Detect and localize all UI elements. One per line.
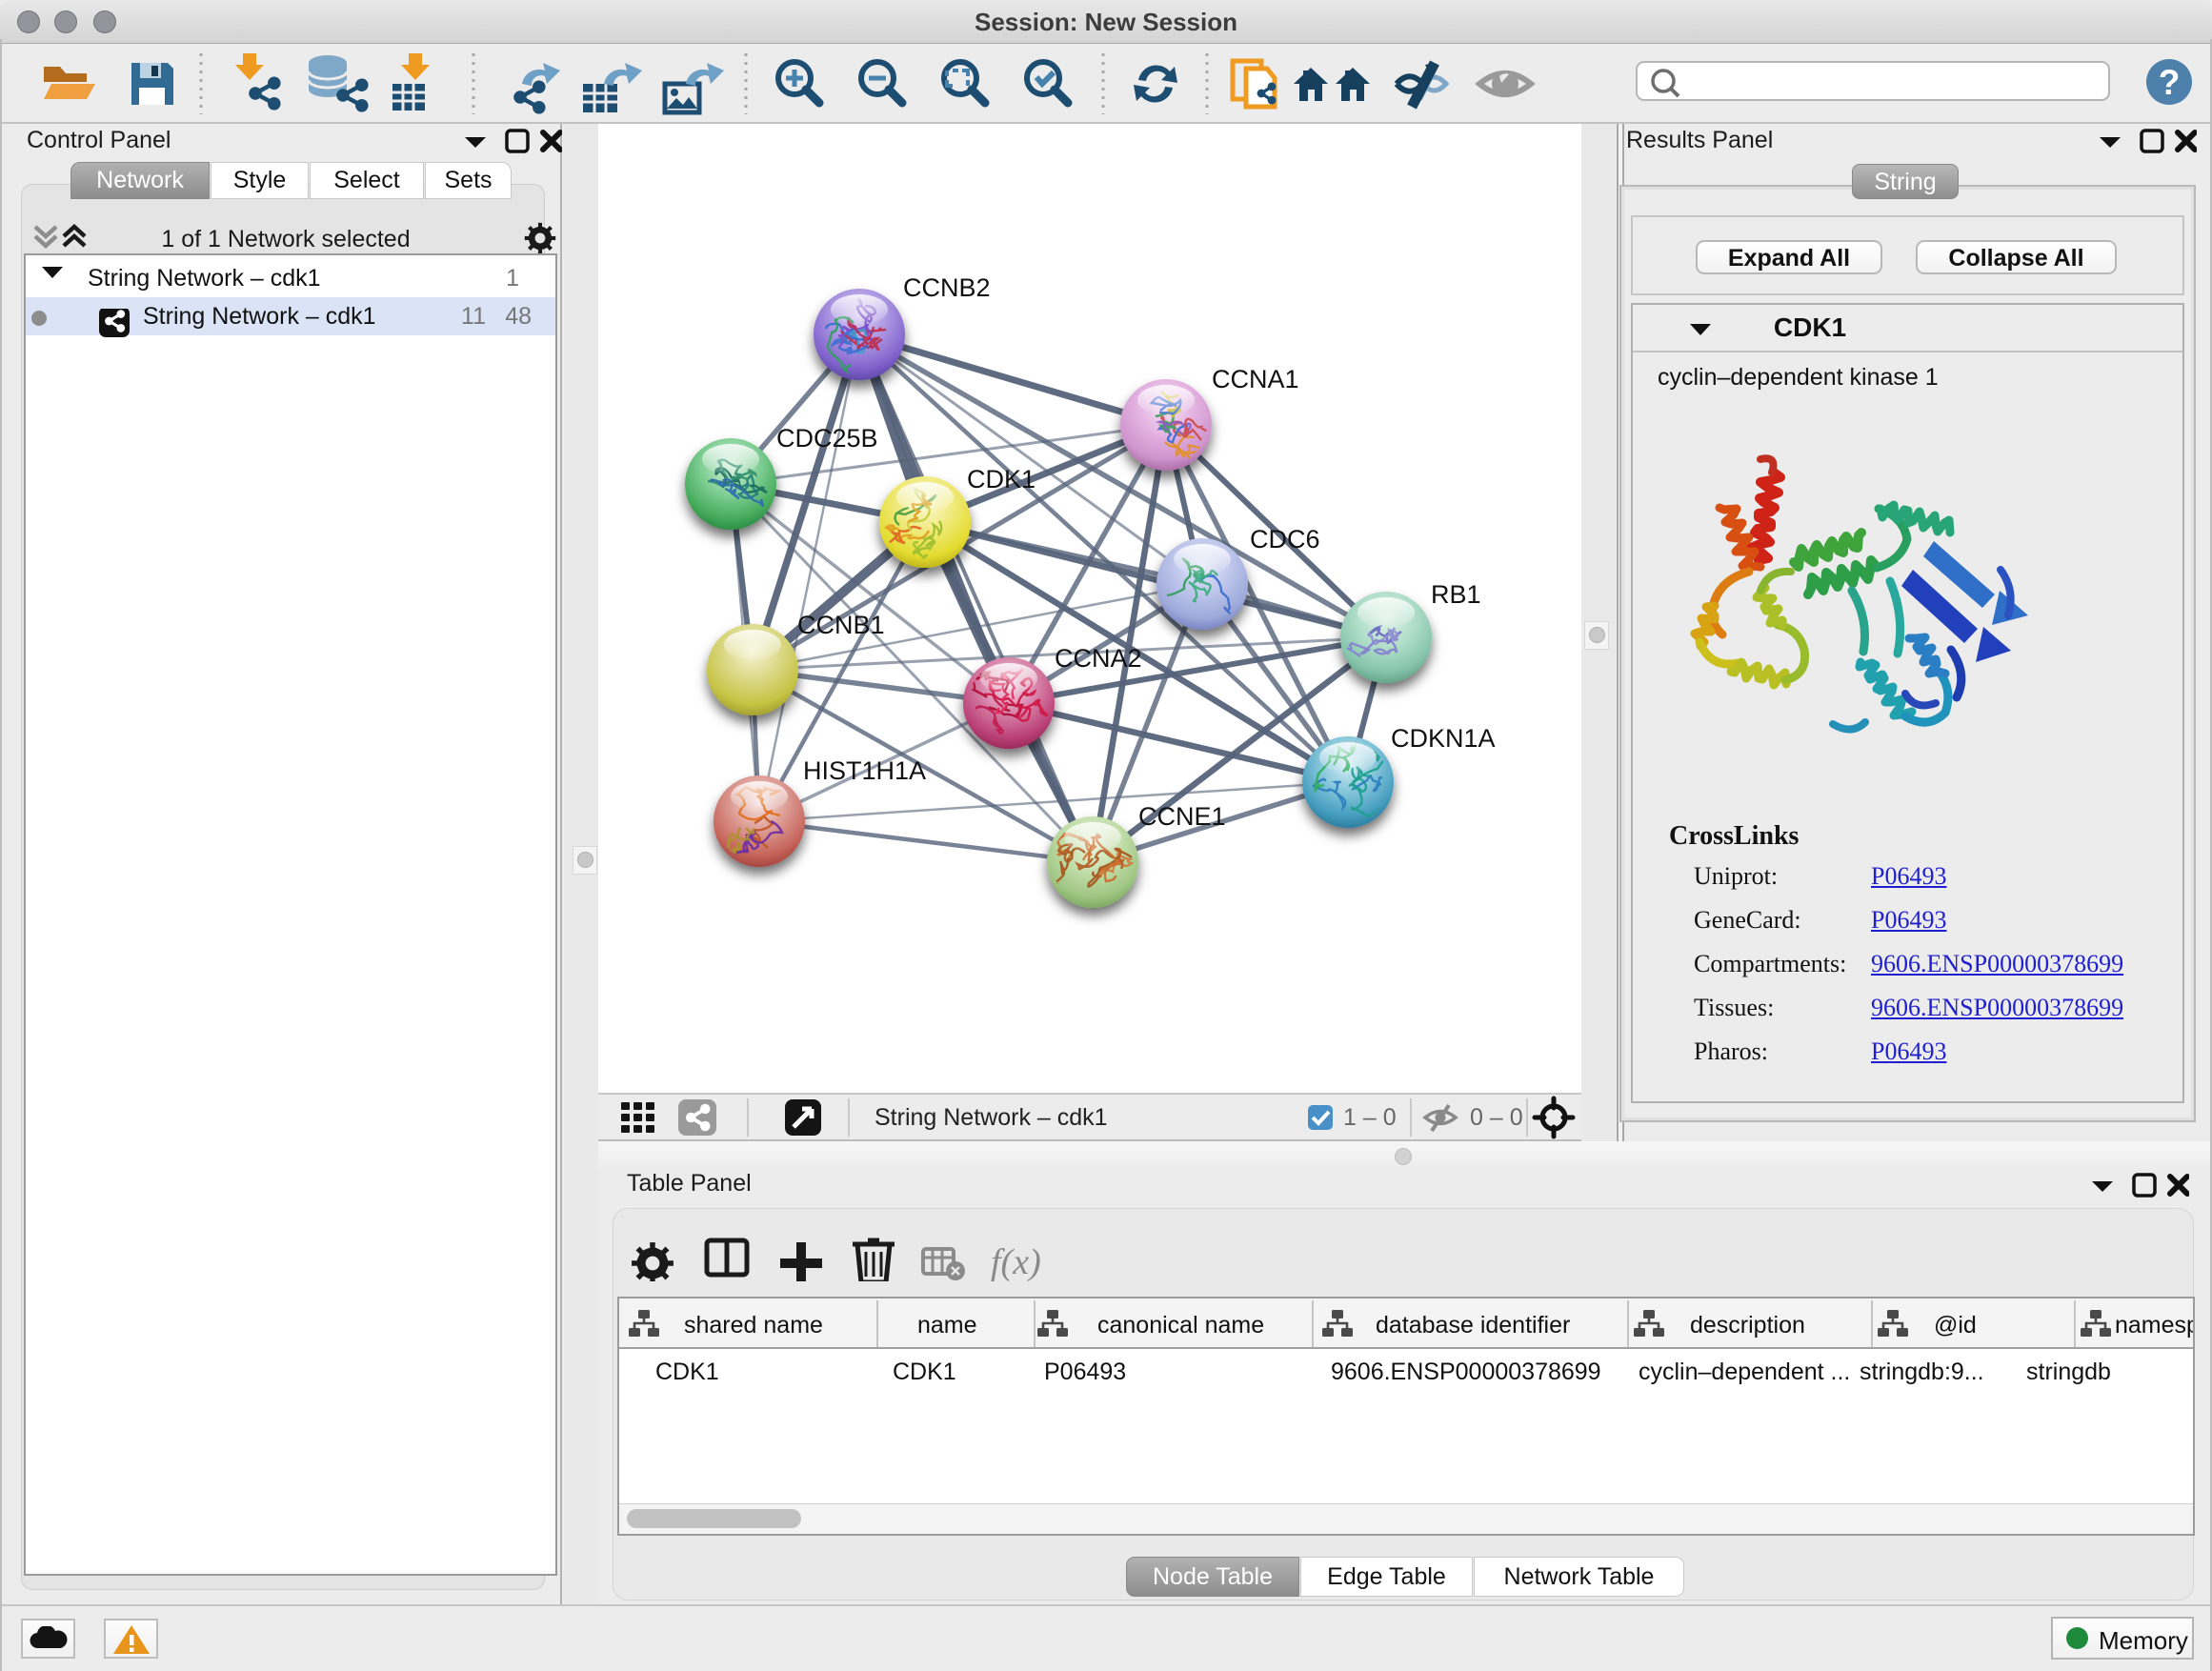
svg-text:String Network – cdk1: String Network – cdk1 (875, 1104, 1108, 1131)
svg-text:?: ? (2159, 63, 2181, 102)
svg-text:HIST1H1A: HIST1H1A (803, 756, 926, 785)
svg-text:database identifier: database identifier (1376, 1312, 1570, 1339)
svg-text:CDC6: CDC6 (1250, 525, 1320, 554)
svg-text:f(x): f(x) (991, 1242, 1041, 1281)
svg-text:CCNA2: CCNA2 (1055, 644, 1142, 673)
svg-text:@id: @id (1934, 1312, 1977, 1339)
svg-text:CDC25B: CDC25B (776, 424, 878, 453)
svg-text:0 – 0: 0 – 0 (1470, 1104, 1523, 1131)
svg-text:RB1: RB1 (1431, 580, 1481, 609)
svg-text:CCNB1: CCNB1 (797, 611, 885, 639)
svg-text:namespace: namespace (2115, 1312, 2193, 1339)
svg-text:canonical name: canonical name (1097, 1312, 1264, 1339)
svg-text:CCNB2: CCNB2 (903, 273, 991, 302)
svg-text:CCNE1: CCNE1 (1138, 802, 1226, 831)
svg-text:description: description (1690, 1312, 1805, 1339)
svg-text:CCNA1: CCNA1 (1212, 365, 1299, 393)
svg-text:shared name: shared name (684, 1312, 823, 1339)
svg-text:1 – 0: 1 – 0 (1343, 1104, 1397, 1131)
svg-text:CDK1: CDK1 (967, 465, 1036, 493)
svg-text:CDKN1A: CDKN1A (1391, 724, 1496, 753)
svg-text:name: name (917, 1312, 977, 1339)
